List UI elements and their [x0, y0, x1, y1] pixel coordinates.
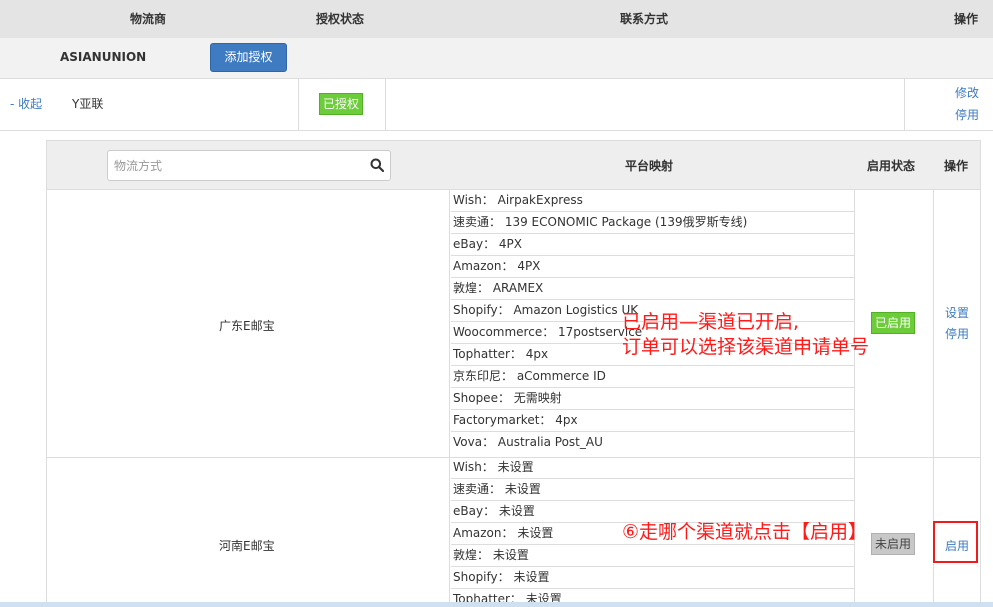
- mapping-item: Wish： AirpakExpress: [451, 190, 854, 212]
- mapping-item: Shopee： 无需映射: [451, 388, 854, 410]
- account-name: Y亚联: [72, 97, 104, 111]
- header-provider: 物流商: [130, 12, 167, 26]
- enabled-note-line1: 已启用—渠道已开启,: [622, 311, 800, 333]
- edit-link[interactable]: 修改: [955, 84, 979, 101]
- divider: [449, 190, 450, 607]
- highlight-box: [933, 521, 978, 563]
- step-note: ⑥走哪个渠道就点击【启用】: [622, 521, 868, 543]
- disabled-status-badge: 未启用: [871, 533, 916, 555]
- header-contact: 联系方式: [620, 12, 669, 26]
- account-row: - 收起 Y亚联 已授权 修改 停用: [0, 79, 993, 131]
- enabled-status-badge: 已启用: [871, 312, 916, 334]
- collapse-link[interactable]: - 收起: [10, 95, 42, 112]
- table-header: 物流商 授权状态 联系方式 操作: [0, 0, 993, 38]
- header-operation: 操作: [944, 159, 969, 173]
- mapping-item: Amazon： 4PX: [451, 256, 854, 278]
- settings-link[interactable]: 设置: [945, 304, 969, 321]
- mapping-item: 敦煌： 未设置: [451, 545, 854, 567]
- enabled-note-line2: 订单可以选择该渠道申请单号: [622, 336, 870, 358]
- add-authorization-button[interactable]: 添加授权: [210, 43, 287, 72]
- header-auth-status: 授权状态: [316, 12, 365, 26]
- divider: [854, 190, 855, 607]
- channel-table-header: 平台映射 启用状态 操作: [47, 141, 980, 190]
- divider: [904, 79, 905, 130]
- mapping-item: Shopify： 未设置: [451, 567, 854, 589]
- method-name: 河南E邮宝: [219, 539, 275, 553]
- mapping-item: 敦煌： ARAMEX: [451, 278, 854, 300]
- disable-link[interactable]: 停用: [955, 106, 979, 123]
- divider: [298, 79, 299, 130]
- provider-name: ASIANUNION: [60, 50, 147, 64]
- header-mapping: 平台映射: [625, 159, 674, 173]
- horizontal-scrollbar[interactable]: [0, 602, 993, 607]
- divider: [385, 79, 386, 130]
- method-name: 广东E邮宝: [219, 319, 275, 333]
- mapping-item: Vova： Australia Post_AU: [453, 435, 603, 449]
- auth-status-badge: 已授权: [319, 93, 364, 115]
- header-action: 操作: [954, 12, 979, 26]
- provider-row: ASIANUNION 添加授权: [0, 38, 993, 79]
- method-search-input[interactable]: [108, 151, 358, 180]
- method-search[interactable]: [107, 150, 391, 181]
- mapping-item: 速卖通： 未设置: [451, 479, 854, 501]
- mapping-item: 速卖通： 139 ECONOMIC Package (139俄罗斯专线): [451, 212, 854, 234]
- mapping-item: Factorymarket： 4px: [451, 410, 854, 432]
- header-status: 启用状态: [867, 159, 916, 173]
- mapping-item: 京东印尼： aCommerce ID: [451, 366, 854, 388]
- mapping-item: eBay： 4PX: [451, 234, 854, 256]
- disable-channel-link[interactable]: 停用: [945, 325, 969, 342]
- search-icon[interactable]: [370, 158, 384, 172]
- mapping-item: Wish： 未设置: [451, 457, 854, 479]
